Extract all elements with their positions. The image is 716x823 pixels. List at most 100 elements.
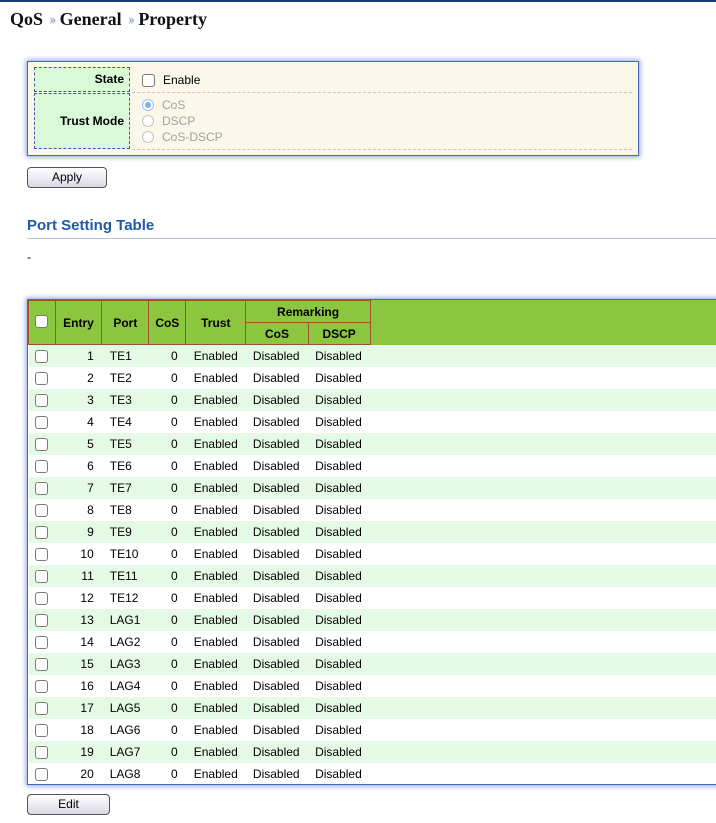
column-header-cos[interactable]: CoS: [148, 300, 187, 345]
table-row[interactable]: 11 TE11 0 Enabled Disabled Disabled: [28, 564, 716, 587]
column-header-trust[interactable]: Trust: [185, 300, 247, 345]
row-checkbox[interactable]: [35, 613, 49, 627]
row-checkbox-cell: [28, 608, 56, 631]
table-row[interactable]: 5 TE5 0 Enabled Disabled Disabled: [28, 432, 716, 455]
table-row[interactable]: 12 TE12 0 Enabled Disabled Disabled: [28, 586, 716, 609]
table-row[interactable]: 6 TE6 0 Enabled Disabled Disabled: [28, 454, 716, 477]
cell-trust: Enabled: [185, 542, 246, 565]
cell-remark-dscp: Disabled: [308, 498, 371, 521]
row-checkbox[interactable]: [35, 657, 49, 671]
port-setting-table: Entry Port CoS Trust Remarking CoS DSCP …: [27, 299, 716, 785]
row-checkbox-cell: [28, 762, 56, 784]
column-header-port[interactable]: Port: [101, 300, 150, 345]
cell-port: LAG2: [101, 630, 149, 653]
cell-remark-dscp: Disabled: [308, 740, 371, 763]
cell-remark-dscp: Disabled: [308, 454, 371, 477]
cell-trust: Enabled: [185, 520, 246, 543]
row-checkbox[interactable]: [35, 635, 49, 649]
trust-mode-dscp-radio[interactable]: [142, 115, 154, 127]
cell-port: TE10: [101, 542, 149, 565]
table-row[interactable]: 3 TE3 0 Enabled Disabled Disabled: [28, 388, 716, 411]
table-row[interactable]: 9 TE9 0 Enabled Disabled Disabled: [28, 520, 716, 543]
row-checkbox-cell: [28, 366, 56, 389]
table-row[interactable]: 16 LAG4 0 Enabled Disabled Disabled: [28, 674, 716, 697]
cell-filler: [370, 762, 716, 784]
row-checkbox[interactable]: [35, 701, 49, 715]
row-checkbox-cell: [28, 542, 56, 565]
row-checkbox[interactable]: [35, 503, 49, 517]
row-checkbox-cell: [28, 564, 56, 587]
cell-remark-cos: Disabled: [245, 432, 309, 455]
cell-entry: 4: [55, 410, 102, 433]
column-header-remark-cos[interactable]: CoS: [245, 322, 309, 345]
row-checkbox-cell: [28, 454, 56, 477]
table-row[interactable]: 17 LAG5 0 Enabled Disabled Disabled: [28, 696, 716, 719]
row-checkbox[interactable]: [35, 459, 49, 473]
table-row[interactable]: 13 LAG1 0 Enabled Disabled Disabled: [28, 608, 716, 631]
cell-trust: Enabled: [185, 454, 246, 477]
table-row[interactable]: 19 LAG7 0 Enabled Disabled Disabled: [28, 740, 716, 763]
edit-button[interactable]: Edit: [27, 794, 110, 815]
table-row[interactable]: 14 LAG2 0 Enabled Disabled Disabled: [28, 630, 716, 653]
cell-filler: [370, 630, 716, 653]
column-header-remark-dscp[interactable]: DSCP: [307, 322, 371, 345]
row-checkbox-cell: [28, 432, 56, 455]
trust-mode-dscp-label: DSCP: [162, 114, 196, 128]
row-divider: [132, 92, 632, 93]
select-all-checkbox[interactable]: [35, 314, 49, 328]
row-checkbox[interactable]: [35, 591, 49, 605]
row-checkbox[interactable]: [35, 679, 49, 693]
row-checkbox[interactable]: [35, 767, 49, 781]
cell-entry: 15: [55, 652, 102, 675]
cell-entry: 12: [55, 586, 102, 609]
apply-button[interactable]: Apply: [27, 167, 107, 188]
row-checkbox[interactable]: [35, 547, 49, 561]
cell-port: TE8: [101, 498, 149, 521]
cell-remark-dscp: Disabled: [308, 432, 371, 455]
cell-remark-cos: Disabled: [245, 388, 309, 411]
row-checkbox[interactable]: [35, 525, 49, 539]
table-row[interactable]: 2 TE2 0 Enabled Disabled Disabled: [28, 366, 716, 389]
cell-trust: Enabled: [185, 366, 246, 389]
cell-remark-cos: Disabled: [245, 476, 309, 499]
cell-filler: [370, 652, 716, 675]
table-row[interactable]: 20 LAG8 0 Enabled Disabled Disabled: [28, 762, 716, 784]
row-checkbox[interactable]: [35, 569, 49, 583]
cell-filler: [370, 476, 716, 499]
cell-remark-cos: Disabled: [245, 564, 309, 587]
state-enable-checkbox[interactable]: [142, 74, 155, 87]
cell-filler: [370, 718, 716, 741]
row-checkbox[interactable]: [35, 481, 49, 495]
trust-mode-cos-dscp-radio[interactable]: [142, 131, 154, 143]
cell-remark-cos: Disabled: [245, 498, 309, 521]
cell-port: LAG8: [101, 762, 149, 784]
table-row[interactable]: 8 TE8 0 Enabled Disabled Disabled: [28, 498, 716, 521]
cell-remark-cos: Disabled: [245, 740, 309, 763]
cell-remark-dscp: Disabled: [308, 630, 371, 653]
cell-trust: Enabled: [185, 564, 246, 587]
row-checkbox[interactable]: [35, 415, 49, 429]
cell-entry: 2: [55, 366, 102, 389]
cell-entry: 1: [55, 344, 102, 367]
cell-remark-cos: Disabled: [245, 652, 309, 675]
row-checkbox[interactable]: [35, 745, 49, 759]
table-row[interactable]: 7 TE7 0 Enabled Disabled Disabled: [28, 476, 716, 499]
cell-port: TE6: [101, 454, 149, 477]
cell-cos: 0: [148, 586, 186, 609]
row-checkbox[interactable]: [35, 393, 49, 407]
breadcrumb-separator-icon: ››: [49, 11, 56, 28]
table-row[interactable]: 18 LAG6 0 Enabled Disabled Disabled: [28, 718, 716, 741]
row-checkbox[interactable]: [35, 437, 49, 451]
trust-mode-cos-radio[interactable]: [142, 99, 154, 111]
table-row[interactable]: 1 TE1 0 Enabled Disabled Disabled: [28, 344, 716, 367]
table-row[interactable]: 4 TE4 0 Enabled Disabled Disabled: [28, 410, 716, 433]
row-checkbox-cell: [28, 586, 56, 609]
row-checkbox[interactable]: [35, 723, 49, 737]
cell-port: TE4: [101, 410, 149, 433]
column-header-entry[interactable]: Entry: [54, 300, 103, 345]
row-checkbox[interactable]: [35, 349, 49, 363]
cell-cos: 0: [148, 410, 186, 433]
table-row[interactable]: 10 TE10 0 Enabled Disabled Disabled: [28, 542, 716, 565]
row-checkbox[interactable]: [35, 371, 49, 385]
table-row[interactable]: 15 LAG3 0 Enabled Disabled Disabled: [28, 652, 716, 675]
